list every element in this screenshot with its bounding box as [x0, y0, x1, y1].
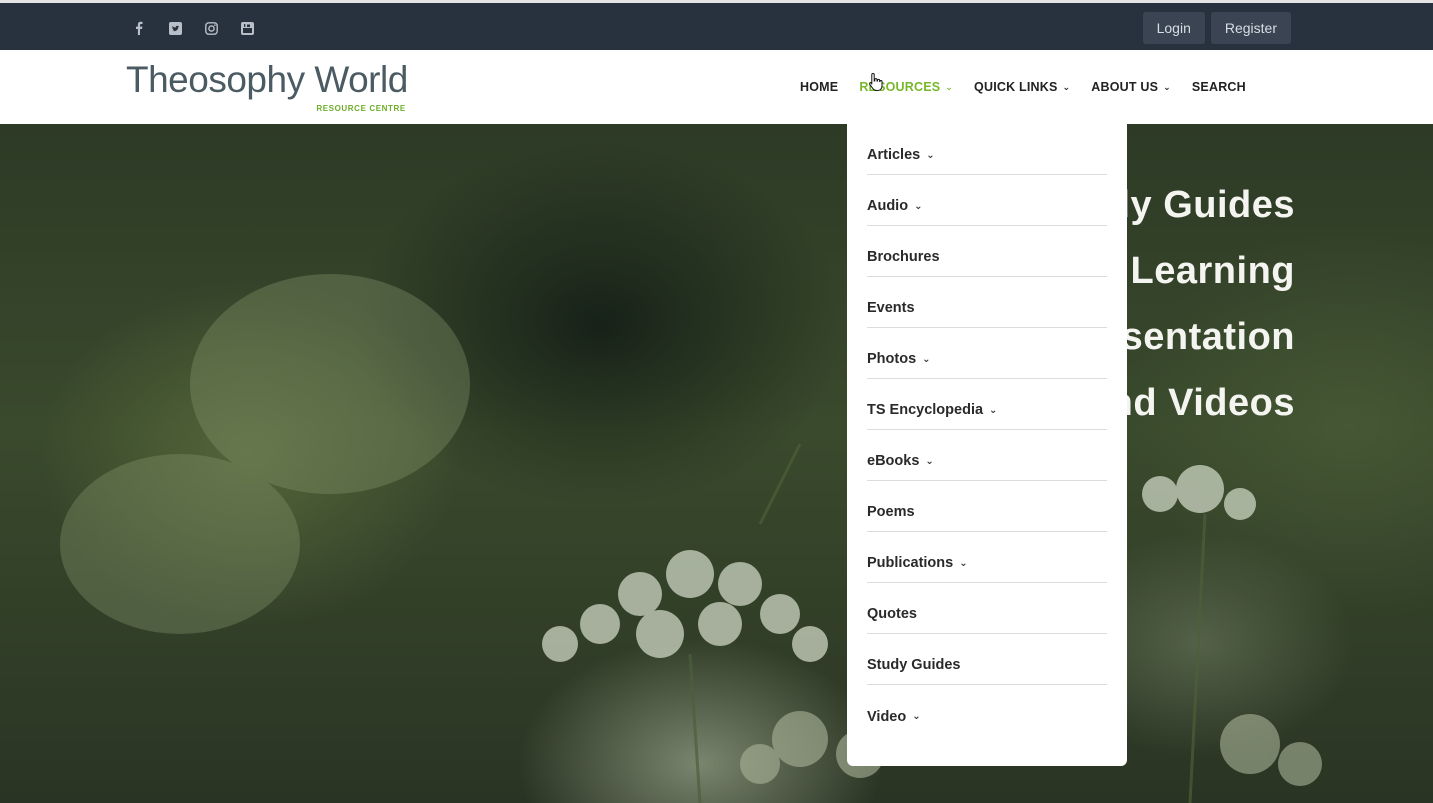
logo-tagline: RESOURCE CENTRE: [316, 104, 406, 113]
menu-item-quotes[interactable]: Quotes: [867, 583, 1107, 634]
menu-item-label: Articles: [867, 147, 921, 163]
menu-item-video[interactable]: Video ⌄: [867, 685, 1107, 736]
chevron-down-icon: ⌄: [922, 353, 931, 365]
top-bar: Login Register: [0, 0, 1433, 50]
nav-about-us-label: ABOUT US: [1091, 80, 1159, 94]
menu-item-ebooks[interactable]: eBooks ⌄: [867, 430, 1107, 481]
site-header: Theosophy World RESOURCE CENTRE HOME RES…: [0, 50, 1433, 124]
menu-item-ts-encyclopedia[interactable]: TS Encyclopedia ⌄: [867, 379, 1107, 430]
menu-item-label: Video: [867, 708, 907, 725]
menu-item-study-guides[interactable]: Study Guides: [867, 634, 1107, 685]
menu-item-label: Study Guides: [867, 657, 961, 673]
chevron-down-icon: ⌄: [945, 81, 954, 92]
nav-search[interactable]: SEARCH: [1192, 80, 1246, 94]
menu-item-audio[interactable]: Audio ⌄: [867, 175, 1107, 226]
menu-item-articles[interactable]: Articles ⌄: [867, 124, 1107, 175]
site-logo[interactable]: Theosophy World RESOURCE CENTRE: [126, 59, 408, 114]
menu-item-label: eBooks: [867, 453, 920, 469]
nav-home[interactable]: HOME: [800, 80, 838, 94]
resources-dropdown-menu: Articles ⌄ Audio ⌄ Brochures Events Photos…: [847, 124, 1127, 766]
menu-item-label: Publications: [867, 555, 954, 571]
menu-item-label: Poems: [867, 504, 915, 520]
auth-buttons: Login Register: [1142, 12, 1291, 44]
menu-item-label: Audio: [867, 198, 909, 214]
chevron-down-icon: ⌄: [926, 149, 935, 161]
social-links: [128, 17, 258, 39]
menu-item-label: Brochures: [867, 249, 940, 265]
twitter-square-icon[interactable]: [164, 17, 186, 39]
menu-item-label: TS Encyclopedia: [867, 402, 984, 418]
facebook-icon[interactable]: [128, 17, 150, 39]
nav-quick-links-label: QUICK LINKS: [974, 80, 1058, 94]
menu-item-label: Quotes: [867, 606, 917, 622]
menu-item-label: Photos: [867, 351, 917, 367]
register-button[interactable]: Register: [1210, 12, 1291, 44]
nav-home-label: HOME: [800, 80, 839, 94]
instagram-icon[interactable]: [200, 17, 222, 39]
chevron-down-icon: ⌄: [1163, 81, 1171, 92]
logo-title: Theosophy World: [126, 59, 408, 100]
chevron-down-icon: ⌄: [914, 200, 923, 212]
hand-cursor-icon: [869, 72, 883, 91]
nav-about-us[interactable]: ABOUT US ⌄: [1091, 80, 1171, 94]
chevron-down-icon: ⌄: [989, 404, 998, 416]
hero-banner: Study Guides Online Learning Presentatio…: [0, 124, 1433, 803]
login-button[interactable]: Login: [1142, 12, 1205, 44]
menu-item-brochures[interactable]: Brochures: [867, 226, 1107, 277]
chevron-down-icon: ⌄: [912, 711, 921, 722]
menu-item-publications[interactable]: Publications ⌄: [867, 532, 1107, 583]
menu-item-events[interactable]: Events: [867, 277, 1107, 328]
chevron-down-icon: ⌄: [1062, 81, 1071, 92]
nav-search-label: SEARCH: [1191, 80, 1246, 94]
menu-item-photos[interactable]: Photos ⌄: [867, 328, 1107, 379]
chevron-down-icon: ⌄: [959, 557, 968, 569]
menu-item-label: Events: [867, 300, 915, 316]
youtube-icon[interactable]: [236, 17, 258, 39]
chevron-down-icon: ⌄: [925, 455, 934, 467]
menu-item-poems[interactable]: Poems: [867, 481, 1107, 532]
nav-quick-links[interactable]: QUICK LINKS ⌄: [974, 80, 1070, 94]
